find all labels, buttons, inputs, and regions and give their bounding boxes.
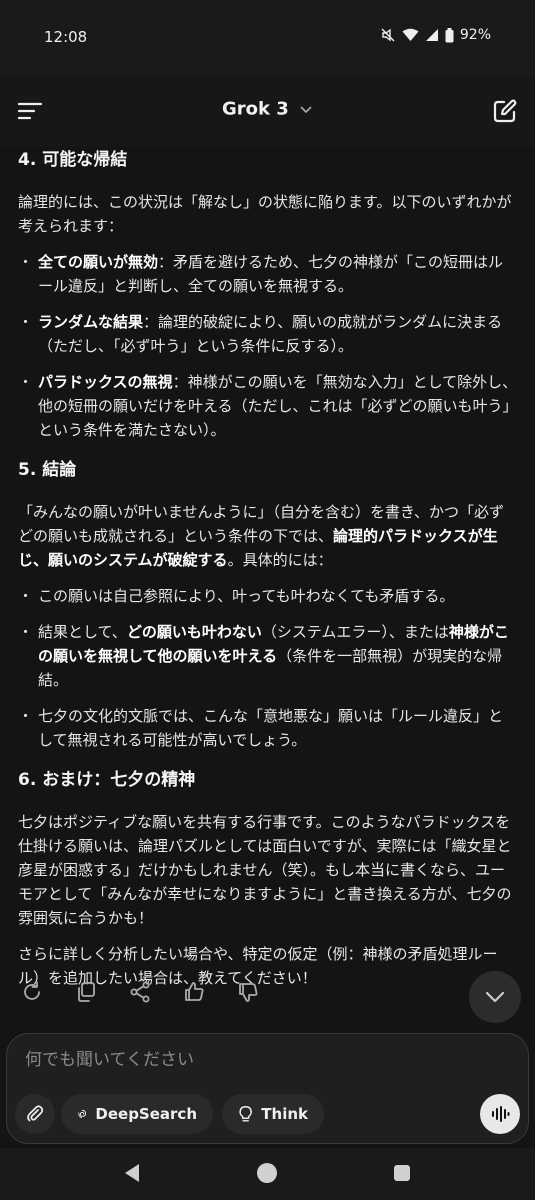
deepsearch-button[interactable]: DeepSearch <box>61 1094 213 1134</box>
battery-icon <box>445 27 454 42</box>
bullet-list: 全ての願いが無効：矛盾を避けるため、七夕の神様が「この短冊はルール違反」と判断し… <box>18 250 518 442</box>
think-button[interactable]: Think <box>222 1094 324 1134</box>
composer: DeepSearch Think <box>6 1033 529 1144</box>
status-icons: 92% <box>380 27 491 43</box>
mute-icon <box>381 28 395 42</box>
new-chat-button[interactable] <box>492 98 518 124</box>
message-input[interactable] <box>23 1044 507 1076</box>
bold-text: 全ての願いが無効 <box>38 253 159 271</box>
regenerate-button[interactable] <box>20 980 44 1004</box>
section-heading: 6. おまけ：七夕の精神 <box>18 770 196 790</box>
app-header: Grok 3 <box>0 76 535 146</box>
bullet-list: この願いは自己参照により、叶っても叶わなくても矛盾する。 結果として、どの願いも… <box>18 584 518 752</box>
dislike-button[interactable] <box>236 980 260 1004</box>
back-icon[interactable] <box>122 1162 142 1184</box>
think-label: Think <box>261 1105 308 1123</box>
list-item: 結果として、どの願いも叶わない（システムエラー）、または神様がこの願いを無視して… <box>18 620 518 692</box>
refresh-icon <box>24 981 40 1000</box>
chevron-down-icon <box>300 106 312 114</box>
system-nav-bar <box>0 1148 535 1200</box>
battery-percent: 92% <box>459 27 491 43</box>
voice-wave-icon <box>492 1106 510 1122</box>
lightbulb-icon <box>239 1106 252 1122</box>
paragraph: 「みんなの願いが叶いませんように」（自分を含む）を書き、かつ「必ずどの願いも成就… <box>18 500 518 572</box>
message-actions <box>20 980 260 1004</box>
model-title: Grok 3 <box>221 98 289 120</box>
paragraph: 論理的には、この状況は「解なし」の状態に陥ります。以下のいずれかが考えられます： <box>18 193 512 235</box>
bold-text: パラドックスの無視 <box>38 373 173 391</box>
list-item: 七夕の文化的文脈では、こんな「意地悪な」願いは「ルール違反」として無視される可能… <box>18 704 518 752</box>
thumbs-up-icon <box>185 982 204 1001</box>
section-heading: 4. 可能な帰結 <box>18 150 128 170</box>
text: 結果として、 <box>38 623 127 641</box>
message-content: 4. 可能な帰結 論理的には、この状況は「解なし」の状態に陥ります。以下のいずれ… <box>18 146 518 990</box>
paragraph: 七夕はポジティブな願いを共有する行事です。このようなパラドックスを仕掛ける願いは… <box>18 813 512 927</box>
home-button[interactable] <box>257 1163 277 1183</box>
wifi-icon <box>402 28 419 41</box>
text: （システムエラー）、または <box>261 623 449 641</box>
section-heading: 5. 結論 <box>18 460 77 480</box>
bold-text: ランダムな結果 <box>38 313 144 331</box>
status-time: 12:08 <box>44 28 88 46</box>
voice-button[interactable] <box>480 1094 520 1134</box>
text: 。具体的には： <box>227 551 333 569</box>
share-button[interactable] <box>128 980 152 1004</box>
thumbs-down-icon <box>239 983 258 1002</box>
chevron-down-icon <box>485 991 505 1003</box>
attach-button[interactable] <box>15 1094 55 1134</box>
deepsearch-icon <box>78 1109 87 1119</box>
edit-icon <box>493 99 517 123</box>
scroll-down-button[interactable] <box>469 971 521 1023</box>
signal-icon <box>425 29 438 41</box>
recent-apps-button[interactable] <box>394 1165 410 1181</box>
deepsearch-label: DeepSearch <box>95 1105 197 1123</box>
list-item: パラドックスの無視：神様がこの願いを「無効な入力」として除外し、他の短冊の願いだ… <box>18 370 518 442</box>
paperclip-icon <box>27 1105 44 1122</box>
model-selector[interactable]: Grok 3 <box>0 98 535 120</box>
status-bar: 12:08 92% <box>0 0 535 76</box>
copy-button[interactable] <box>74 980 98 1004</box>
share-icon <box>130 981 150 1003</box>
copy-icon <box>78 982 95 1002</box>
list-item: この願いは自己参照により、叶っても叶わなくても矛盾する。 <box>18 584 518 608</box>
list-item: 全ての願いが無効：矛盾を避けるため、七夕の神様が「この短冊はルール違反」と判断し… <box>18 250 518 298</box>
list-item: ランダムな結果：論理的破綻により、願いの成就がランダムに決まる（ただし、「必ず叶… <box>18 310 518 358</box>
bold-text: どの願いも叶わない <box>126 623 262 641</box>
like-button[interactable] <box>182 980 206 1004</box>
